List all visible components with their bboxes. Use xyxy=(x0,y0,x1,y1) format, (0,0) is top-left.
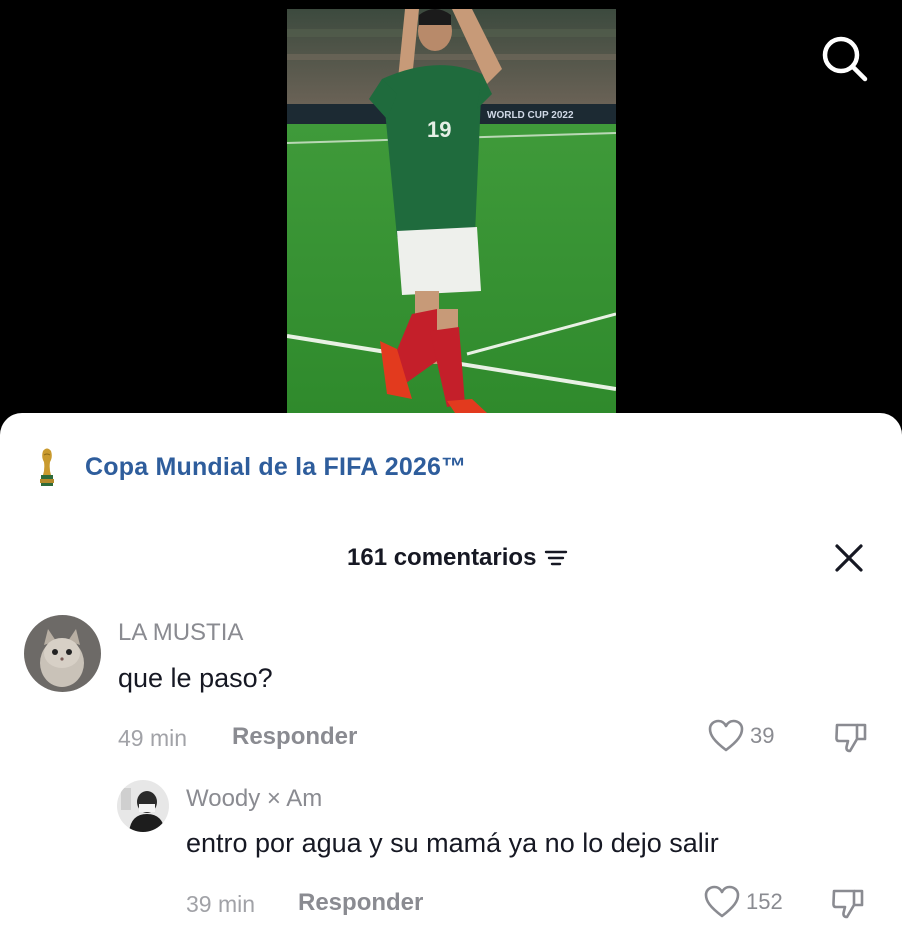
video-thumbnail: WORLD CUP 2022 19 xyxy=(287,9,616,413)
video-player[interactable]: WORLD CUP 2022 19 xyxy=(0,0,902,440)
reply-button[interactable]: Responder xyxy=(232,723,357,751)
dislike-button[interactable] xyxy=(830,885,866,921)
comment-text: entro por agua y su mamá ya no lo dejo s… xyxy=(186,828,719,858)
comment-time: 39 min xyxy=(186,891,256,917)
cat-avatar-image xyxy=(24,615,101,692)
heart-icon xyxy=(708,719,744,752)
dislike-button[interactable] xyxy=(833,719,869,755)
close-icon xyxy=(835,544,863,572)
thumbs-down-icon xyxy=(832,889,864,919)
sort-icon[interactable] xyxy=(544,546,568,570)
thumbs-down-icon xyxy=(835,723,867,753)
reply-button[interactable]: Responder xyxy=(298,889,423,917)
like-count: 152 xyxy=(746,889,783,914)
person-avatar-image xyxy=(117,780,169,832)
search-button[interactable] xyxy=(818,32,870,84)
comment-username[interactable]: LA MUSTIA xyxy=(118,619,243,647)
comments-title-group: 161 comentarios xyxy=(347,540,568,576)
trophy-icon xyxy=(40,448,54,486)
avatar[interactable] xyxy=(117,780,169,832)
topic-link[interactable]: Copa Mundial de la FIFA 2026™ xyxy=(36,447,466,487)
topic-label: Copa Mundial de la FIFA 2026™ xyxy=(85,452,467,481)
avatar[interactable] xyxy=(24,615,101,692)
jersey-number: 19 xyxy=(427,117,451,142)
comments-count: 161 comentarios xyxy=(347,544,537,571)
comment-username[interactable]: Woody × Am xyxy=(186,785,322,813)
video-frame[interactable]: WORLD CUP 2022 19 xyxy=(287,9,616,413)
comment-text: que le paso? xyxy=(118,663,273,693)
close-button[interactable] xyxy=(832,540,866,576)
stadium-banner: WORLD CUP 2022 xyxy=(487,110,574,121)
comments-header: 161 comentarios xyxy=(0,540,902,576)
like-button[interactable]: 39 xyxy=(708,719,774,753)
comments-sheet: Copa Mundial de la FIFA 2026™ 161 coment… xyxy=(0,413,902,932)
like-count: 39 xyxy=(750,723,775,748)
heart-icon xyxy=(704,885,740,918)
like-button[interactable]: 152 xyxy=(704,885,783,919)
comment-time: 49 min xyxy=(118,725,188,751)
search-icon xyxy=(822,36,868,82)
